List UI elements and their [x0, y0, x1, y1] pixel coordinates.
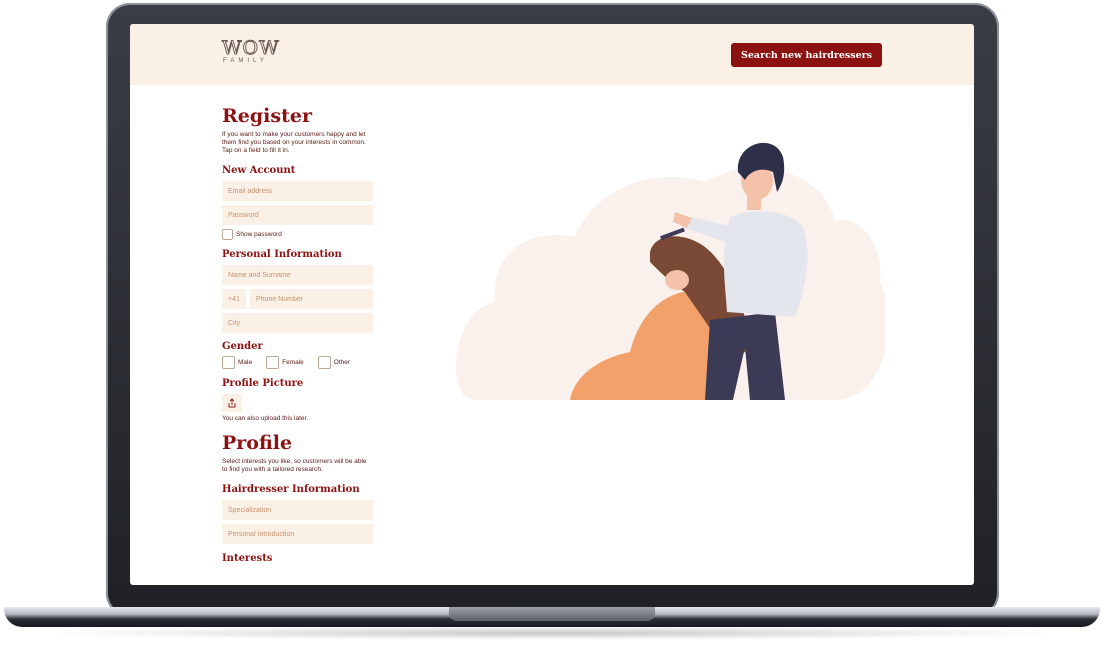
show-password-checkbox[interactable] [222, 229, 233, 240]
personal-introduction-field[interactable]: Personal Introduction [222, 524, 373, 544]
specialization-field[interactable]: Specialization [222, 500, 373, 520]
upload-button[interactable] [222, 394, 242, 412]
phone-row: +41 Phone Number [222, 289, 373, 309]
gender-other-label: Other [333, 359, 351, 366]
show-password-row[interactable]: Show password [222, 229, 382, 240]
profile-picture-heading: Profile Picture [222, 378, 304, 389]
city-field[interactable]: City [222, 313, 373, 333]
logo-wordmark: WOW [222, 37, 280, 59]
register-form: Register If you want to make your custom… [222, 104, 382, 565]
gender-heading: Gender [222, 341, 263, 352]
logo-subtitle: FAMILY [223, 58, 268, 64]
gender-male-label: Male [238, 359, 253, 366]
password-field[interactable]: Password [222, 205, 373, 225]
gender-male-checkbox[interactable] [222, 356, 235, 369]
hairdresser-illustration [456, 142, 885, 400]
hairdresser-info-heading: Hairdresser Information [222, 484, 360, 495]
upload-icon [228, 398, 236, 408]
screen: WOW FAMILY Search new hairdressers Regis… [130, 24, 974, 585]
gender-female-checkbox[interactable] [266, 356, 280, 369]
laptop-notch [449, 607, 655, 621]
gender-other-checkbox[interactable] [317, 356, 331, 369]
phone-prefix-field[interactable]: +41 [222, 289, 246, 309]
laptop-shadow [40, 626, 1064, 640]
profile-title: Profile [222, 432, 293, 454]
show-password-label: Show password [236, 231, 282, 238]
gender-female-label: Female [282, 359, 304, 366]
new-account-heading: New Account [222, 165, 296, 176]
register-title: Register [222, 105, 312, 127]
name-field[interactable]: Name and Surname [222, 265, 373, 285]
gender-options: Male Female Other [222, 356, 382, 369]
register-description: If you want to make your customers happy… [222, 131, 366, 154]
interests-heading: Interests [222, 553, 273, 564]
personal-info-heading: Personal Information [222, 249, 342, 260]
wow-family-logo[interactable]: WOW FAMILY [222, 38, 280, 70]
upload-note: You can also upload this later. [222, 415, 309, 422]
search-hairdressers-button[interactable]: Search new hairdressers [731, 43, 882, 67]
profile-description: Select interests you like, so customers … [222, 458, 367, 473]
phone-field[interactable]: Phone Number [250, 289, 373, 309]
email-field[interactable]: Email address [222, 181, 373, 201]
top-bar: WOW FAMILY Search new hairdressers [130, 24, 974, 85]
